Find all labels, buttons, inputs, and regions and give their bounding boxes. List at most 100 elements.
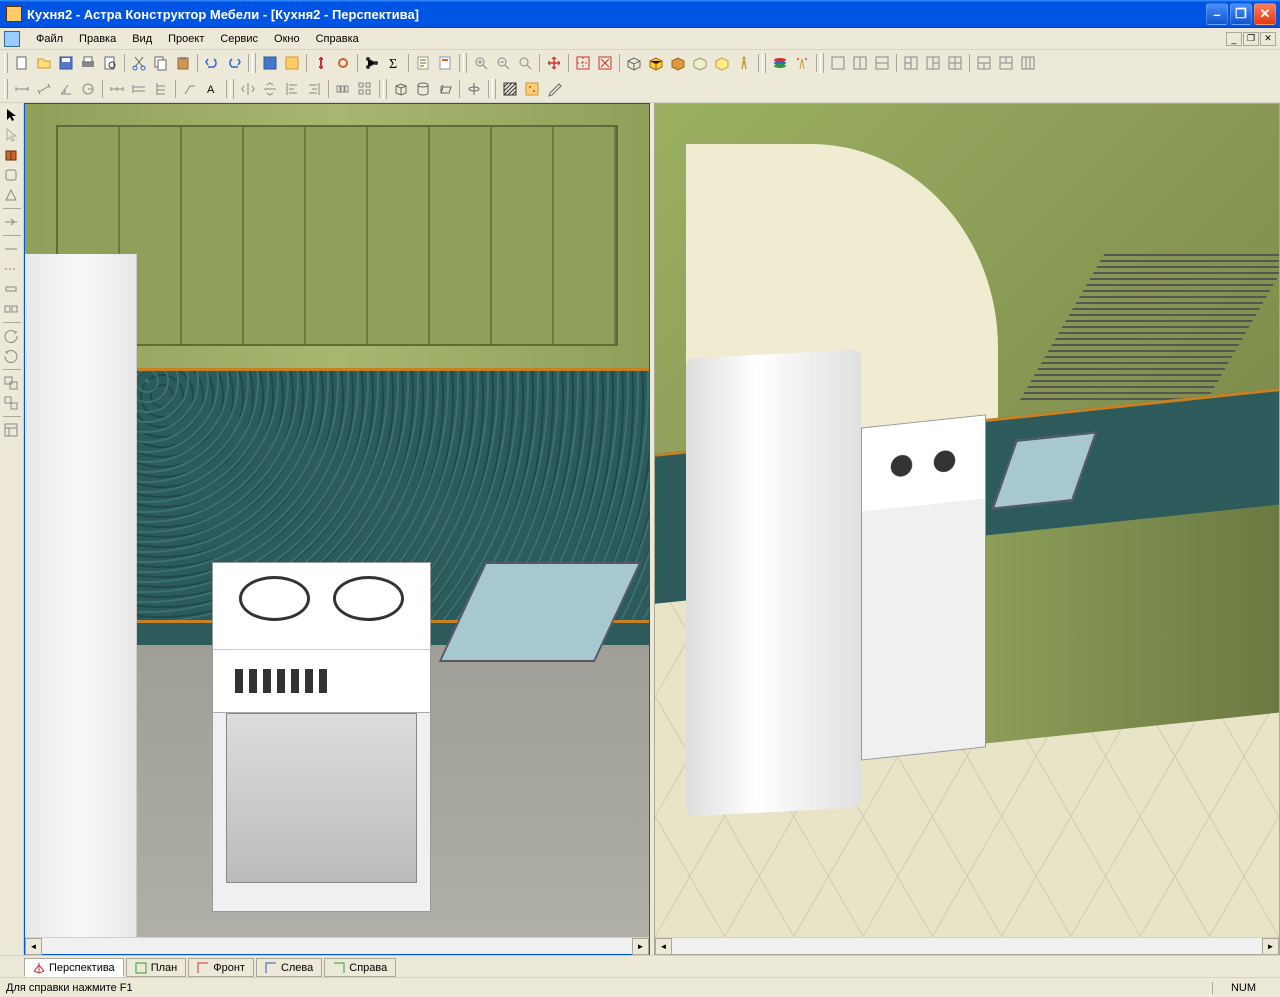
array-rect-button[interactable] — [354, 78, 376, 100]
scroll-left-button[interactable]: ◄ — [25, 938, 42, 955]
paste-button[interactable] — [172, 52, 194, 74]
tab-right[interactable]: Справа — [324, 958, 396, 977]
report-button[interactable] — [412, 52, 434, 74]
ungroup-button[interactable] — [0, 393, 22, 413]
toolbar-grip[interactable] — [383, 79, 387, 99]
distribute-v-button[interactable] — [259, 78, 281, 100]
menu-service[interactable]: Сервис — [212, 31, 266, 47]
cylinder-button[interactable] — [412, 78, 434, 100]
horizontal-scrollbar[interactable]: ◄ ► — [25, 937, 649, 954]
create-shape-button[interactable] — [0, 185, 22, 205]
distribute-h-button[interactable] — [237, 78, 259, 100]
shading-hidden-button[interactable] — [689, 52, 711, 74]
layout-4-button[interactable] — [944, 52, 966, 74]
dim-chain-button[interactable] — [106, 78, 128, 100]
hardware-button[interactable] — [310, 52, 332, 74]
scroll-left-button[interactable]: ◄ — [655, 938, 672, 955]
scale-tool-button[interactable] — [0, 279, 22, 299]
spec-button[interactable] — [434, 52, 456, 74]
toolbar-grip[interactable] — [463, 53, 467, 73]
mirror-tool-button[interactable] — [0, 299, 22, 319]
snap-grid-button[interactable] — [572, 52, 594, 74]
dim-leader-button[interactable] — [179, 78, 201, 100]
extrude-button[interactable] — [434, 78, 456, 100]
menu-help[interactable]: Справка — [308, 31, 367, 47]
viewport-canvas[interactable] — [25, 104, 649, 937]
dim-radius-button[interactable] — [77, 78, 99, 100]
mdi-minimize-button[interactable]: _ — [1226, 32, 1242, 46]
new-button[interactable] — [11, 52, 33, 74]
layout-2v-button[interactable] — [871, 52, 893, 74]
align-left-button[interactable] — [281, 78, 303, 100]
walkthrough-button[interactable] — [733, 52, 755, 74]
box-button[interactable] — [390, 78, 412, 100]
redo-button[interactable] — [223, 52, 245, 74]
align-right-button[interactable] — [303, 78, 325, 100]
menu-edit[interactable]: Правка — [71, 31, 124, 47]
textures-button[interactable] — [281, 52, 303, 74]
zoom-out-button[interactable] — [492, 52, 514, 74]
dim-aligned-button[interactable] — [33, 78, 55, 100]
shading-textured-button[interactable] — [667, 52, 689, 74]
layout-custom-button[interactable] — [1017, 52, 1039, 74]
menu-file[interactable]: Файл — [28, 31, 71, 47]
create-panel-button[interactable] — [0, 165, 22, 185]
close-button[interactable]: ✕ — [1254, 3, 1276, 25]
shading-wireframe-button[interactable] — [623, 52, 645, 74]
scroll-right-button[interactable]: ► — [1262, 938, 1279, 955]
layout-3d-button[interactable] — [995, 52, 1017, 74]
shading-solid-button[interactable] — [645, 52, 667, 74]
print-preview-button[interactable] — [99, 52, 121, 74]
materials-button[interactable] — [259, 52, 281, 74]
hatch-button[interactable] — [499, 78, 521, 100]
create-furniture-button[interactable] — [0, 145, 22, 165]
tab-plan[interactable]: План — [126, 958, 187, 977]
dim-text-button[interactable]: A — [201, 78, 223, 100]
toolbar-grip[interactable] — [820, 53, 824, 73]
mdi-restore-button[interactable]: ❐ — [1243, 32, 1259, 46]
fittings-button[interactable] — [332, 52, 354, 74]
toolbar-grip[interactable] — [762, 53, 766, 73]
menu-project[interactable]: Проект — [160, 31, 212, 47]
print-button[interactable] — [77, 52, 99, 74]
revolve-button[interactable] — [463, 78, 485, 100]
toolbar-grip[interactable] — [252, 53, 256, 73]
tab-left[interactable]: Слева — [256, 958, 322, 977]
undo-button[interactable] — [201, 52, 223, 74]
rotate-tool-button[interactable] — [0, 259, 22, 279]
rotate-cw-button[interactable] — [0, 346, 22, 366]
render-button[interactable] — [711, 52, 733, 74]
menu-window[interactable]: Окно — [266, 31, 308, 47]
layout-2h-button[interactable] — [849, 52, 871, 74]
maximize-button[interactable]: ❐ — [1230, 3, 1252, 25]
tree-button[interactable] — [361, 52, 383, 74]
toolbar-grip[interactable] — [4, 79, 8, 99]
save-button[interactable] — [55, 52, 77, 74]
texture-apply-button[interactable] — [521, 78, 543, 100]
document-icon[interactable] — [4, 31, 20, 47]
layers-button[interactable] — [769, 52, 791, 74]
dim-ordinate-button[interactable] — [150, 78, 172, 100]
viewport-right[interactable]: Перспектива ◄ ► — [654, 103, 1280, 955]
cut-tool-button[interactable] — [0, 212, 22, 232]
array-linear-button[interactable] — [332, 78, 354, 100]
select-lasso-button[interactable] — [0, 125, 22, 145]
zoom-in-button[interactable] — [470, 52, 492, 74]
select-tool-button[interactable] — [0, 105, 22, 125]
viewport-left[interactable]: Перспектива ◄ — [24, 103, 650, 955]
properties-button[interactable] — [0, 420, 22, 440]
move-tool-button[interactable] — [0, 239, 22, 259]
copy-button[interactable] — [150, 52, 172, 74]
layout-3c-button[interactable] — [973, 52, 995, 74]
menu-view[interactable]: Вид — [124, 31, 160, 47]
visibility-button[interactable] — [791, 52, 813, 74]
snap-object-button[interactable] — [594, 52, 616, 74]
tab-perspective[interactable]: Перспектива — [24, 958, 124, 977]
toolbar-grip[interactable] — [230, 79, 234, 99]
pan-button[interactable] — [543, 52, 565, 74]
layout-3a-button[interactable] — [900, 52, 922, 74]
cut-button[interactable] — [128, 52, 150, 74]
dropper-button[interactable] — [543, 78, 565, 100]
open-button[interactable] — [33, 52, 55, 74]
toolbar-grip[interactable] — [492, 79, 496, 99]
